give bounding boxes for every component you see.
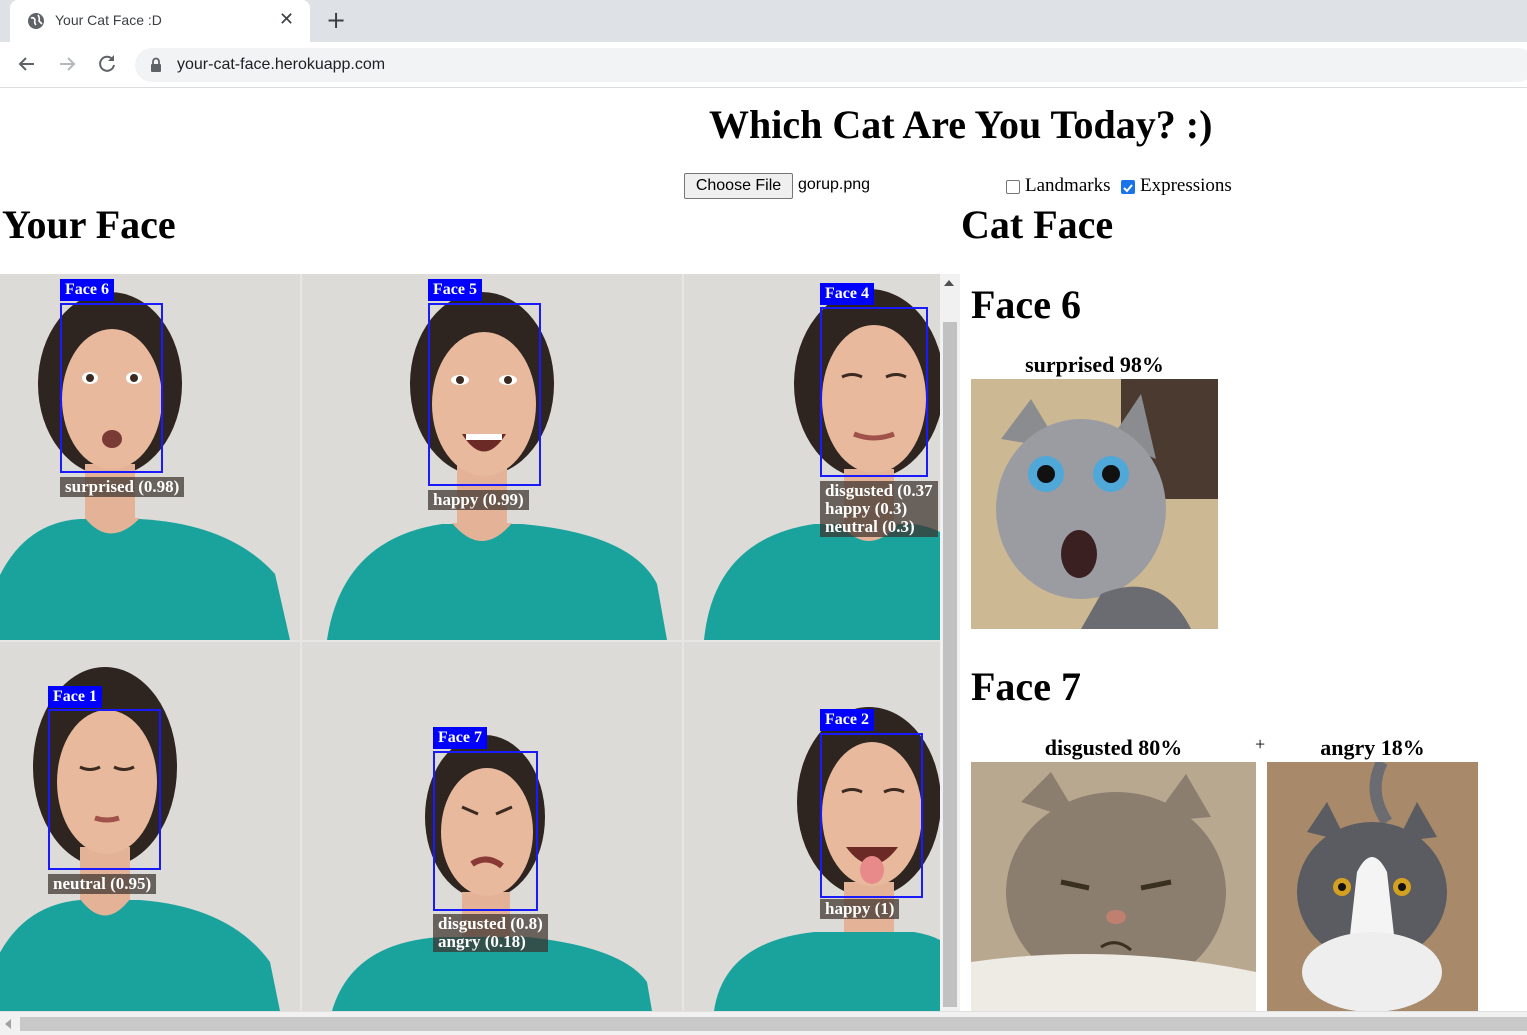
face-bounding-box <box>820 733 923 898</box>
face-bounding-box <box>48 709 161 870</box>
photo-cell-face-5: Face 5 happy (0.99) <box>302 274 682 640</box>
expression-label: neutral (0.95) <box>48 874 157 894</box>
expression-label: disgusted (0.8) angry (0.18) <box>433 914 548 952</box>
angry-cat-image <box>1267 762 1478 1011</box>
landmarks-checkbox[interactable] <box>1006 180 1020 194</box>
browser-tab[interactable]: Your Cat Face :D ✕ <box>10 0 310 42</box>
result-heading: Face 7 <box>971 664 1081 709</box>
selected-file-name: gorup.png <box>798 176 871 193</box>
expression-line: neutral (0.3) <box>825 517 915 536</box>
expressions-label[interactable]: Expressions <box>1140 175 1232 197</box>
disgusted-cat-image <box>971 762 1256 1011</box>
expression-line: disgusted (0.8) <box>438 914 543 933</box>
photo-cell-face-2: Face 2 happy (1) <box>684 642 940 1011</box>
scrollbar-thumb[interactable] <box>943 322 957 1007</box>
photo-cell-face-4: Face 4 disgusted (0.37 happy (0.3) neutr… <box>684 274 940 640</box>
photo-cell-face-7: Face 7 disgusted (0.8) angry (0.18) <box>302 642 682 1011</box>
globe-icon <box>28 13 44 29</box>
expression-line: disgusted (0.37 <box>825 481 933 500</box>
photo-panel-scrollbar[interactable] <box>940 274 960 1011</box>
expression-label: happy (0.99) <box>428 490 529 510</box>
new-tab-button[interactable]: + <box>326 7 346 33</box>
cat-caption: disgusted 80% <box>1044 735 1183 760</box>
expression-line: neutral (0.95) <box>53 874 152 893</box>
scrollbar-thumb[interactable] <box>20 1017 1527 1031</box>
face-label: Face 6 <box>60 279 114 301</box>
tab-title: Your Cat Face :D <box>55 12 162 28</box>
back-arrow-icon[interactable] <box>15 52 39 76</box>
cat-caption: angry 18% <box>1320 735 1425 760</box>
page-horizontal-scrollbar[interactable] <box>0 1011 1527 1035</box>
tab-bar: Your Cat Face :D ✕ + <box>0 0 1527 42</box>
expression-label: surprised (0.98) <box>60 477 185 497</box>
scroll-up-arrow-icon[interactable] <box>944 280 954 286</box>
expressions-checkbox[interactable] <box>1121 180 1135 194</box>
face-bounding-box <box>433 751 538 911</box>
lock-icon[interactable] <box>150 57 162 73</box>
expression-line: happy (0.3) <box>825 499 908 518</box>
cat-face-heading: Cat Face <box>961 202 1114 247</box>
scroll-left-arrow-icon[interactable] <box>5 1019 11 1029</box>
reload-icon[interactable] <box>95 52 119 76</box>
face-bounding-box <box>820 307 928 477</box>
close-tab-icon[interactable]: ✕ <box>279 10 294 30</box>
address-bar[interactable]: your-cat-face.herokuapp.com <box>135 48 1527 82</box>
expression-line: surprised (0.98) <box>65 477 180 496</box>
uploaded-photo-panel: Face 6 surprised (0.98) Face 5 happy (0.… <box>0 274 940 1011</box>
page-title: Which Cat Are You Today? :) <box>709 102 1213 147</box>
face-label: Face 5 <box>428 279 482 301</box>
expression-label: happy (1) <box>820 899 900 919</box>
photo-cell-face-6: Face 6 surprised (0.98) <box>0 274 300 640</box>
choose-file-button[interactable]: Choose File <box>684 173 793 199</box>
expression-line: angry (0.18) <box>438 932 526 951</box>
url-text: your-cat-face.herokuapp.com <box>177 56 386 73</box>
forward-arrow-icon[interactable] <box>55 52 79 76</box>
expression-line: happy (0.99) <box>433 490 524 509</box>
checkmark-icon <box>1123 184 1133 193</box>
face-bounding-box <box>428 303 541 486</box>
face-label: Face 7 <box>433 727 487 749</box>
cat-caption: surprised 98% <box>1025 352 1164 377</box>
photo-cell-face-1: Face 1 neutral (0.95) <box>0 642 300 1011</box>
landmarks-label[interactable]: Landmarks <box>1025 175 1110 197</box>
browser-toolbar: your-cat-face.herokuapp.com <box>0 42 1527 88</box>
expression-line: happy (1) <box>825 899 895 918</box>
page-content: Which Cat Are You Today? :) Choose File … <box>0 89 1527 1011</box>
expression-label: disgusted (0.37 happy (0.3) neutral (0.3… <box>820 481 938 537</box>
plus-sign: + <box>1255 734 1266 754</box>
result-heading: Face 6 <box>971 282 1081 327</box>
face-bounding-box <box>60 303 163 473</box>
face-label: Face 1 <box>48 686 102 708</box>
your-face-heading: Your Face <box>2 202 176 247</box>
face-label: Face 4 <box>820 283 874 305</box>
surprised-cat-image <box>971 379 1218 629</box>
face-label: Face 2 <box>820 709 874 731</box>
